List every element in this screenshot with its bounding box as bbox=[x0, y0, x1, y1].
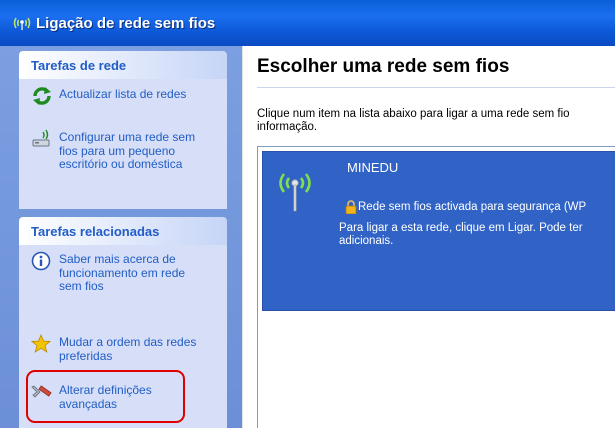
instructions-line-1: Clique num item na lista abaixo para lig… bbox=[257, 108, 570, 120]
page-title: Escolher uma rede sem fios bbox=[257, 56, 510, 77]
info-icon bbox=[31, 251, 53, 271]
wireless-signal-icon bbox=[275, 170, 315, 214]
task-change-preferred-order[interactable]: Mudar a ordem das redes preferidas bbox=[30, 333, 209, 363]
network-list[interactable]: MINEDU Rede sem fios activada para segur… bbox=[257, 146, 615, 428]
setup-network-icon bbox=[31, 129, 53, 149]
title-divider bbox=[257, 87, 615, 88]
task-label: Configurar uma rede sem fios para um peq… bbox=[59, 130, 196, 171]
network-tasks-group: Tarefas de rede Actualizar lista de rede… bbox=[19, 51, 227, 209]
highlight-annotation bbox=[26, 370, 185, 423]
network-connect-message: Para ligar a esta rede, clique em Ligar.… bbox=[339, 222, 615, 248]
instructions-line-2: informação. bbox=[257, 121, 318, 133]
network-ssid: MINEDU bbox=[347, 160, 399, 175]
lock-icon bbox=[345, 199, 357, 215]
task-label: Saber mais acerca de funcionamento em re… bbox=[59, 252, 186, 293]
related-tasks-header[interactable]: Tarefas relacionadas bbox=[19, 217, 227, 245]
network-tasks-header[interactable]: Tarefas de rede bbox=[19, 51, 227, 79]
main-content: Escolher uma rede sem fios Clique num it… bbox=[242, 46, 615, 428]
star-icon bbox=[30, 333, 53, 354]
network-tasks-body: Actualizar lista de redes Configurar uma… bbox=[19, 79, 227, 209]
network-item-minedu[interactable]: MINEDU Rede sem fios activada para segur… bbox=[262, 151, 615, 311]
window-title: Ligação de rede sem fios bbox=[36, 14, 216, 32]
connect-message-line-2: adicionais. bbox=[339, 235, 394, 247]
wireless-network-icon bbox=[12, 13, 32, 33]
title-bar: Ligação de rede sem fios bbox=[0, 0, 615, 46]
task-learn-wireless[interactable]: Saber mais acerca de funcionamento em re… bbox=[31, 251, 209, 294]
connect-message-line-1: Para ligar a esta rede, clique em Ligar.… bbox=[339, 222, 583, 234]
refresh-icon bbox=[31, 86, 53, 106]
task-label: Actualizar lista de redes bbox=[59, 87, 187, 101]
task-setup-wireless-network[interactable]: Configurar uma rede sem fios para um peq… bbox=[31, 129, 209, 172]
task-label: Mudar a ordem das redes preferidas bbox=[59, 335, 197, 363]
instructions-text: Clique num item na lista abaixo para lig… bbox=[257, 108, 615, 134]
network-security-status: Rede sem fios activada para segurança (W… bbox=[358, 201, 587, 213]
task-refresh-network-list[interactable]: Actualizar lista de redes bbox=[31, 86, 209, 106]
